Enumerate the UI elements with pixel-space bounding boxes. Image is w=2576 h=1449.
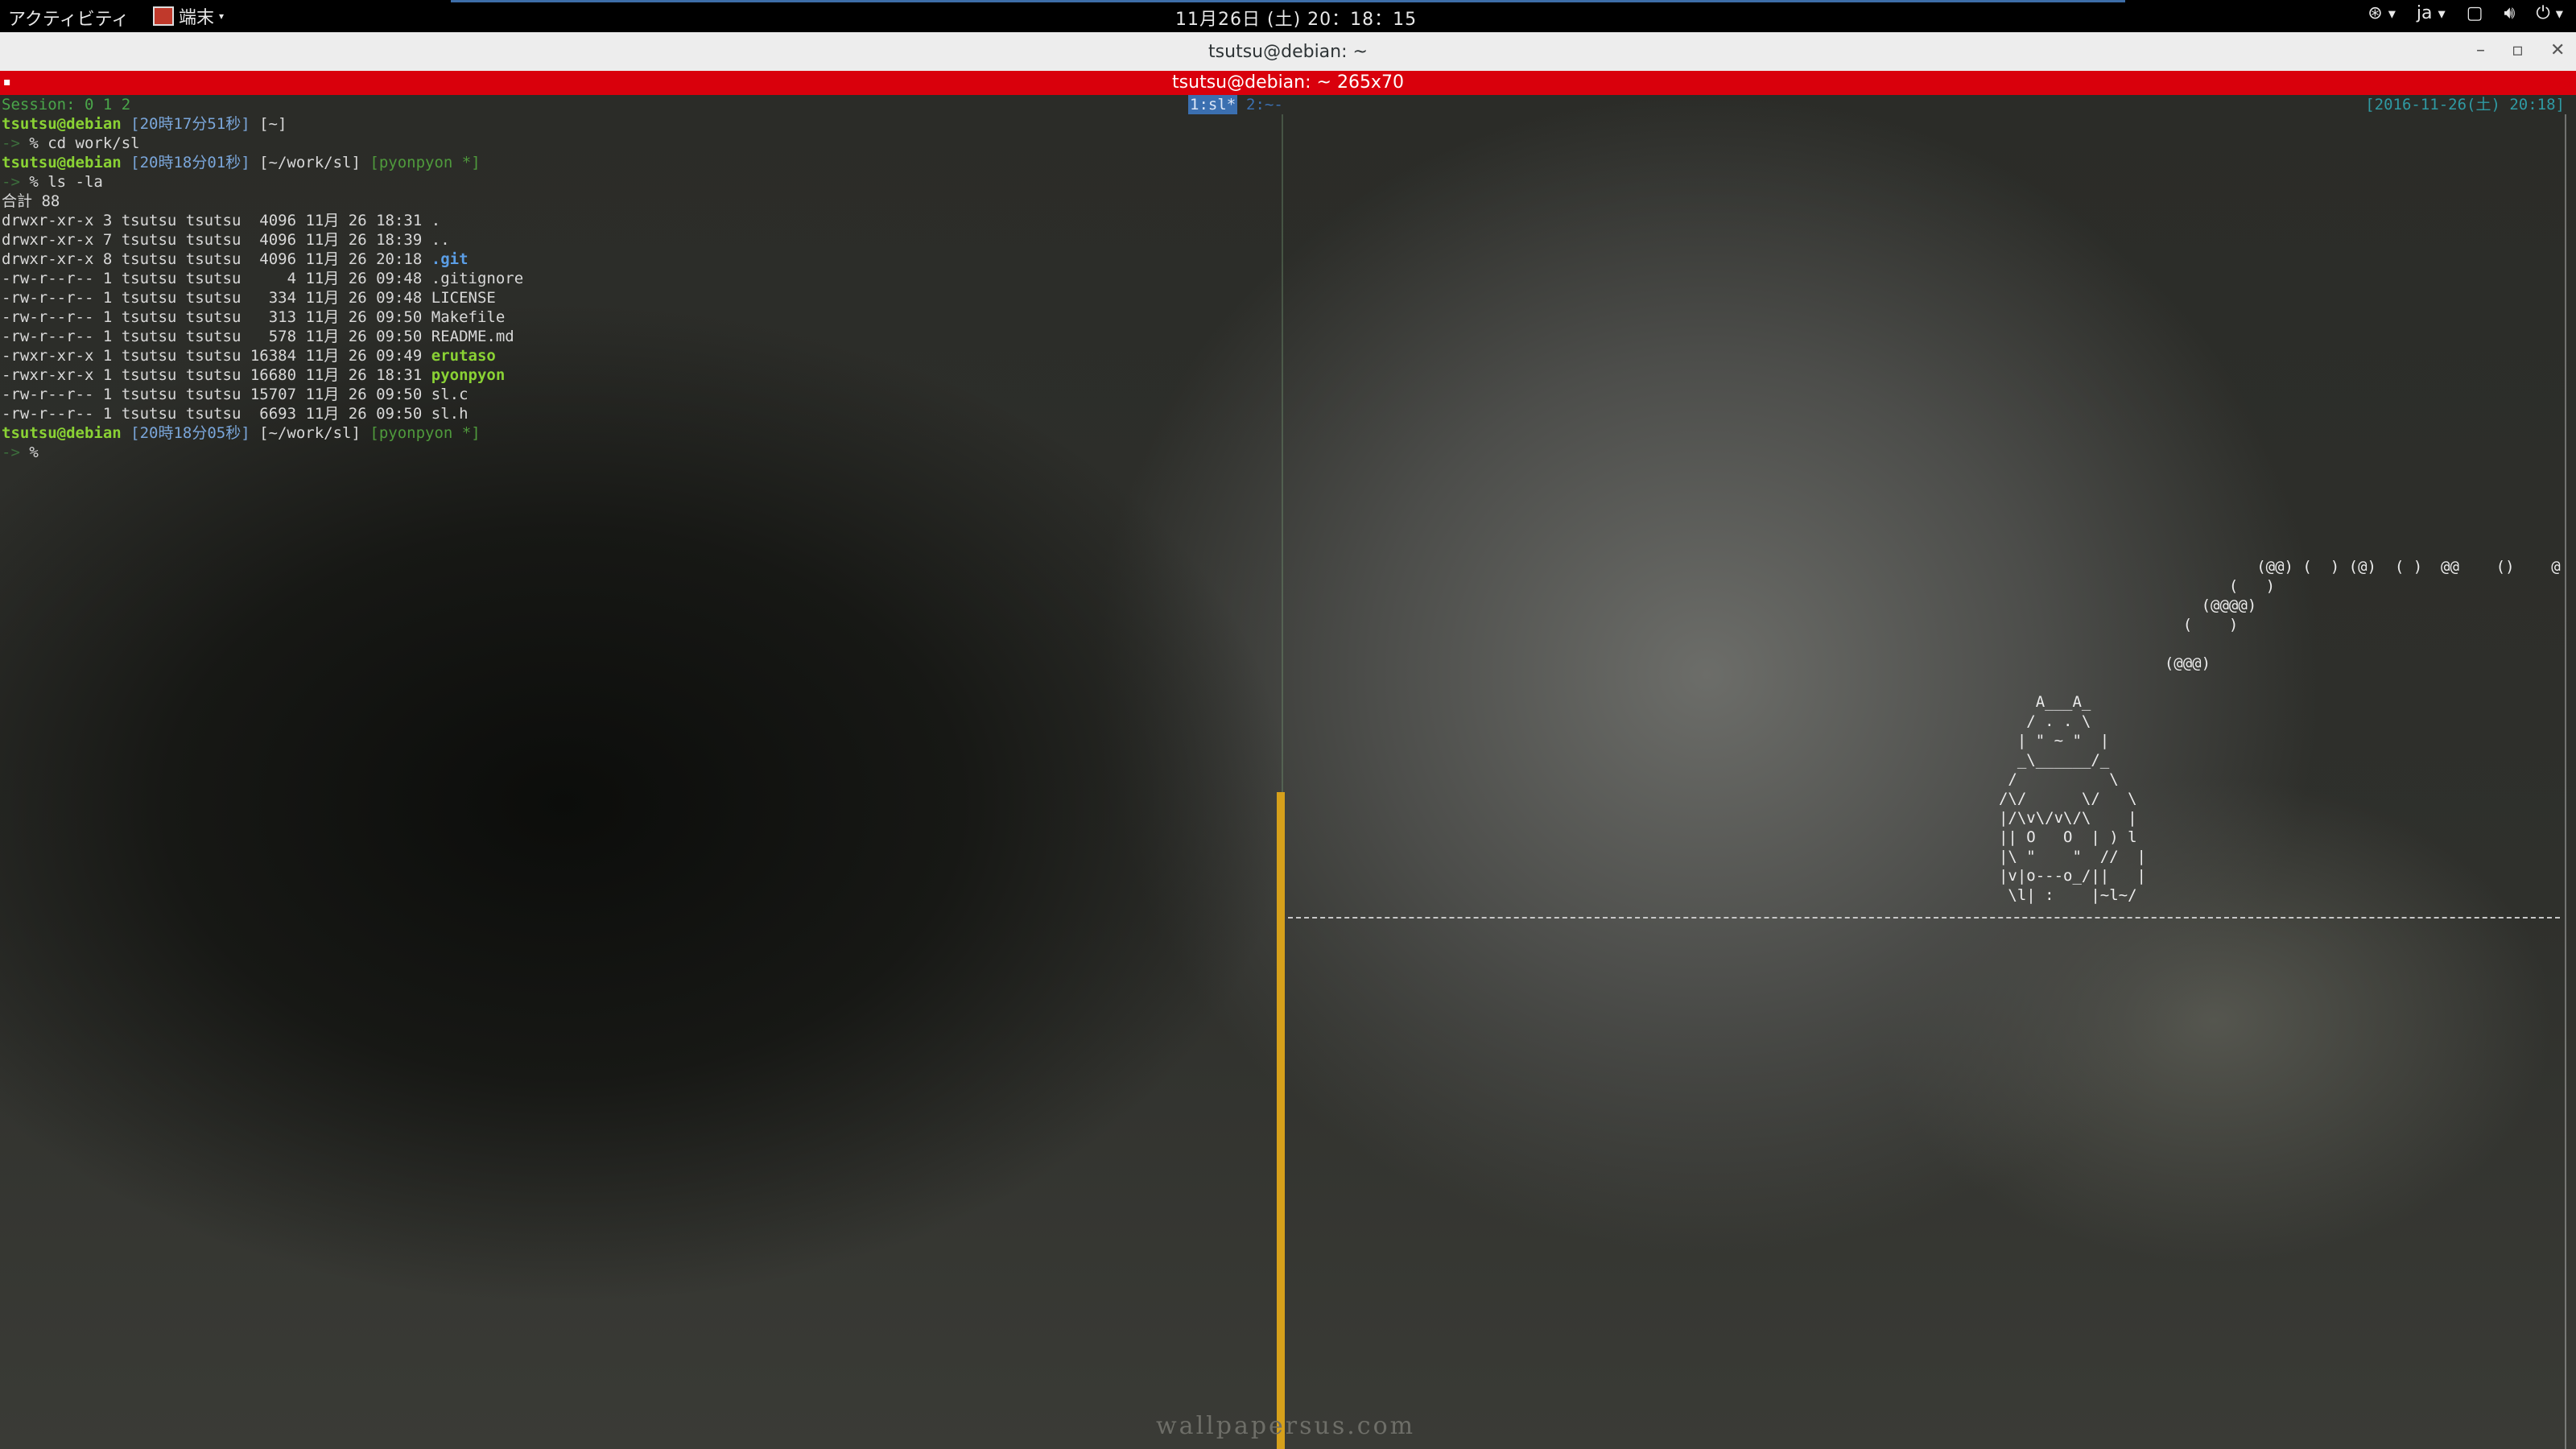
input-method-label: ja bbox=[2416, 3, 2433, 23]
left-pane-output[interactable]: tsutsu@debian [20時17分51秒] [~] -> % cd wor… bbox=[2, 114, 1257, 462]
terminal-text: -rwxr-xr-x 1 tsutsu tsutsu 16384 11月 26 … bbox=[2, 347, 431, 365]
terminal-line: -rw-r--r-- 1 tsutsu tsutsu 334 11月 26 09… bbox=[2, 288, 1257, 308]
terminal-title-bar: ▪ tsutsu@debian: ~ 265x70 bbox=[0, 71, 2576, 95]
terminal-text: -rw-r--r-- 1 tsutsu tsutsu 578 11月 26 09… bbox=[2, 328, 514, 345]
terminal-text: [pyonpyon *] bbox=[369, 154, 481, 171]
chevron-down-icon: ▾ bbox=[219, 10, 225, 22]
tmux-session-list: Session: 0 1 2 bbox=[2, 96, 131, 114]
window-titlebar[interactable]: tsutsu@debian: ~ – ▫ ✕ bbox=[0, 32, 2576, 71]
window-icon[interactable]: ▢ bbox=[2467, 3, 2483, 23]
terminal-line: -> % bbox=[2, 443, 1257, 462]
terminal-line: drwxr-xr-x 8 tsutsu tsutsu 4096 11月 26 2… bbox=[2, 250, 1257, 269]
terminal-text: tsutsu@debian bbox=[2, 154, 122, 171]
terminal-line: -rwxr-xr-x 1 tsutsu tsutsu 16680 11月 26 … bbox=[2, 365, 1257, 385]
scrollbar[interactable] bbox=[1277, 792, 1285, 1449]
terminal-text: -rw-r--r-- 1 tsutsu tsutsu 4 11月 26 09:4… bbox=[2, 270, 524, 287]
terminal-line: -rw-r--r-- 1 tsutsu tsutsu 15707 11月 26 … bbox=[2, 385, 1257, 404]
terminal-app-icon bbox=[153, 6, 174, 26]
terminal-text: tsutsu@debian bbox=[2, 115, 122, 133]
terminal-line: drwxr-xr-x 3 tsutsu tsutsu 4096 11月 26 1… bbox=[2, 211, 1257, 230]
window-title: tsutsu@debian: ~ bbox=[1208, 42, 1368, 62]
terminal-line: -rw-r--r-- 1 tsutsu tsutsu 6693 11月 26 0… bbox=[2, 404, 1257, 423]
terminal-line: -rw-r--r-- 1 tsutsu tsutsu 4 11月 26 09:4… bbox=[2, 269, 1257, 288]
terminal-text: drwxr-xr-x 3 tsutsu tsutsu 4096 11月 26 1… bbox=[2, 212, 441, 229]
terminal-line: -rw-r--r-- 1 tsutsu tsutsu 578 11月 26 09… bbox=[2, 327, 1257, 346]
terminal-text: erutaso bbox=[431, 347, 496, 365]
power-icon[interactable]: ⏻ ▾ bbox=[2536, 3, 2563, 23]
terminal-text: [~/work/sl] bbox=[259, 154, 370, 171]
terminal-area[interactable]: Session: 0 1 2 1:sl* 2:~- [2016-11-26(土)… bbox=[0, 95, 2576, 1449]
terminal-text: -> bbox=[2, 173, 30, 191]
accessibility-icon[interactable]: ⊛ ▾ bbox=[2368, 3, 2396, 23]
terminal-text: [20時17分51秒] bbox=[121, 115, 260, 133]
activities-button[interactable]: アクティビティ bbox=[8, 5, 129, 31]
terminal-line: tsutsu@debian [20時18分01秒] [~/work/sl] [p… bbox=[2, 153, 1257, 172]
terminal-text: pyonpyon bbox=[431, 366, 506, 384]
gnome-top-bar: アクティビティ 端末 ▾ 11月26日 (土) 20：18：15 ⊛ ▾ ja … bbox=[0, 0, 2576, 32]
terminal-text: -> bbox=[2, 444, 30, 461]
terminal-line: -rwxr-xr-x 1 tsutsu tsutsu 16384 11月 26 … bbox=[2, 346, 1257, 365]
volume-icon[interactable]: 🔊︎ bbox=[2504, 3, 2516, 23]
terminal-text: tsutsu@debian bbox=[2, 424, 122, 442]
tmux-status-line: Session: 0 1 2 1:sl* 2:~- [2016-11-26(土)… bbox=[0, 95, 2576, 114]
terminal-text: % cd work/sl bbox=[29, 134, 140, 152]
terminal-line: -> % cd work/sl bbox=[2, 134, 1257, 153]
terminal-title: tsutsu@debian: ~ 265x70 bbox=[1172, 72, 1404, 93]
terminal-text: drwxr-xr-x 7 tsutsu tsutsu 4096 11月 26 1… bbox=[2, 231, 450, 249]
terminal-text: [~] bbox=[259, 115, 287, 133]
terminal-text: -rw-r--r-- 1 tsutsu tsutsu 313 11月 26 09… bbox=[2, 308, 506, 326]
terminal-line: -> % ls -la bbox=[2, 172, 1257, 192]
minimize-icon[interactable]: – bbox=[2476, 40, 2485, 60]
app-menu-label: 端末 bbox=[179, 8, 215, 28]
tmux-window-2[interactable]: 2:~- bbox=[1246, 95, 1283, 114]
sl-ascii-art: (@@) ( ) (@) ( ) @@ () @ O ( ) (@@@@) ( … bbox=[1998, 558, 2561, 904]
terminal-text: % ls -la bbox=[29, 173, 103, 191]
close-icon[interactable]: ✕ bbox=[2550, 40, 2565, 60]
terminal-line: tsutsu@debian [20時17分51秒] [~] bbox=[2, 114, 1257, 134]
terminal-text: .git bbox=[431, 250, 469, 268]
input-method-menu[interactable]: ja ▾ bbox=[2417, 3, 2446, 23]
pane-separator-line bbox=[1288, 917, 2560, 919]
wallpaper-watermark: wallpapersus.com bbox=[1156, 1412, 1416, 1440]
terminal-line: 合計 88 bbox=[2, 192, 1257, 211]
terminal-text: [20時18分01秒] bbox=[121, 154, 260, 171]
terminal-text: drwxr-xr-x 8 tsutsu tsutsu 4096 11月 26 2… bbox=[2, 250, 431, 268]
terminal-line: drwxr-xr-x 7 tsutsu tsutsu 4096 11月 26 1… bbox=[2, 230, 1257, 250]
terminal-line: -rw-r--r-- 1 tsutsu tsutsu 313 11月 26 09… bbox=[2, 308, 1257, 327]
terminal-text: [pyonpyon *] bbox=[369, 424, 481, 442]
terminal-text: -rw-r--r-- 1 tsutsu tsutsu 15707 11月 26 … bbox=[2, 386, 469, 403]
terminal-text: [~/work/sl] bbox=[259, 424, 370, 442]
terminal-text: 合計 88 bbox=[2, 192, 60, 210]
clock[interactable]: 11月26日 (土) 20：18：15 bbox=[1175, 5, 1417, 31]
tmux-window-1[interactable]: 1:sl* bbox=[1188, 95, 1238, 114]
maximize-icon[interactable]: ▫ bbox=[2512, 40, 2524, 60]
tmux-date: [2016-11-26(土) 20:18] bbox=[2365, 96, 2565, 114]
focus-indicator bbox=[451, 0, 2125, 2]
terminal-text: -> bbox=[2, 134, 30, 152]
terminal-text: % bbox=[29, 444, 39, 461]
terminal-line: tsutsu@debian [20時18分05秒] [~/work/sl] [p… bbox=[2, 423, 1257, 443]
terminal-text: -rwxr-xr-x 1 tsutsu tsutsu 16680 11月 26 … bbox=[2, 366, 431, 384]
system-tray: ⊛ ▾ ja ▾ ▢ 🔊︎ ⏻ ▾ bbox=[2368, 3, 2563, 23]
terminal-text: -rw-r--r-- 1 tsutsu tsutsu 6693 11月 26 0… bbox=[2, 405, 469, 423]
terminal-text: [20時18分05秒] bbox=[121, 424, 260, 442]
terminal-text: -rw-r--r-- 1 tsutsu tsutsu 334 11月 26 09… bbox=[2, 289, 496, 307]
app-menu[interactable]: 端末 ▾ bbox=[153, 3, 224, 29]
